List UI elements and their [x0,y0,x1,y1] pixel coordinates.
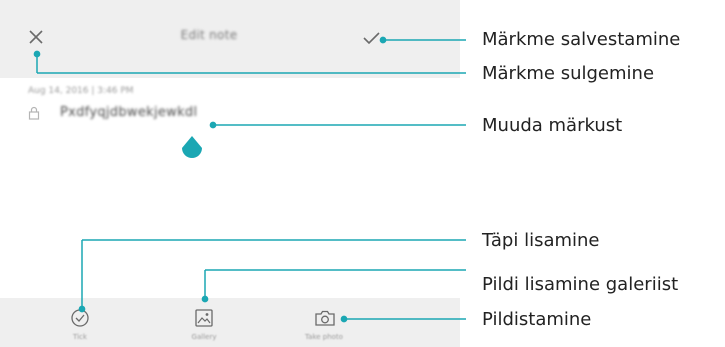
text-cursor-handle-icon[interactable] [180,136,204,160]
edit-callout-label: Muuda märkust [482,115,623,136]
note-editor[interactable]: Aug 14, 2016 | 3:46 PM Pxdfyqjdbwekjewkd… [0,78,460,298]
add-tick-button[interactable]: Tick [40,298,120,347]
photo-callout-label: Pildistamine [482,309,592,330]
take-photo-label: Take photo [305,333,343,341]
close-icon [29,30,43,44]
add-from-gallery-button[interactable]: Gallery [164,298,244,347]
save-callout-label: Märkme salvestamine [482,29,681,50]
page-title: Edit note [180,28,238,42]
phone-screen: Edit note Aug 14, 2016 | 3:46 PM Pxdfyqj… [0,0,460,347]
gallery-callout-label: Pildi lisamine galeriist [482,274,679,295]
note-date: Aug 14, 2016 | 3:46 PM [28,86,134,96]
bottom-toolbar: Tick Gallery Take photo [0,298,460,347]
note-text[interactable]: Pxdfyqjdbwekjewkdl [60,105,197,120]
camera-icon [315,310,335,326]
save-note-button[interactable] [358,25,386,51]
checkmark-circle-icon [71,309,89,327]
close-note-button[interactable] [22,25,48,51]
add-from-gallery-label: Gallery [191,333,217,341]
checkmark-icon [363,32,380,45]
close-callout-label: Märkme sulgemine [482,63,655,84]
lock-icon [28,106,40,120]
title-bar: Edit note [0,0,460,78]
image-icon [195,309,213,327]
add-tick-label: Tick [73,333,87,341]
tick-callout-label: Täpi lisamine [482,230,600,251]
take-photo-button[interactable]: Take photo [284,298,364,347]
